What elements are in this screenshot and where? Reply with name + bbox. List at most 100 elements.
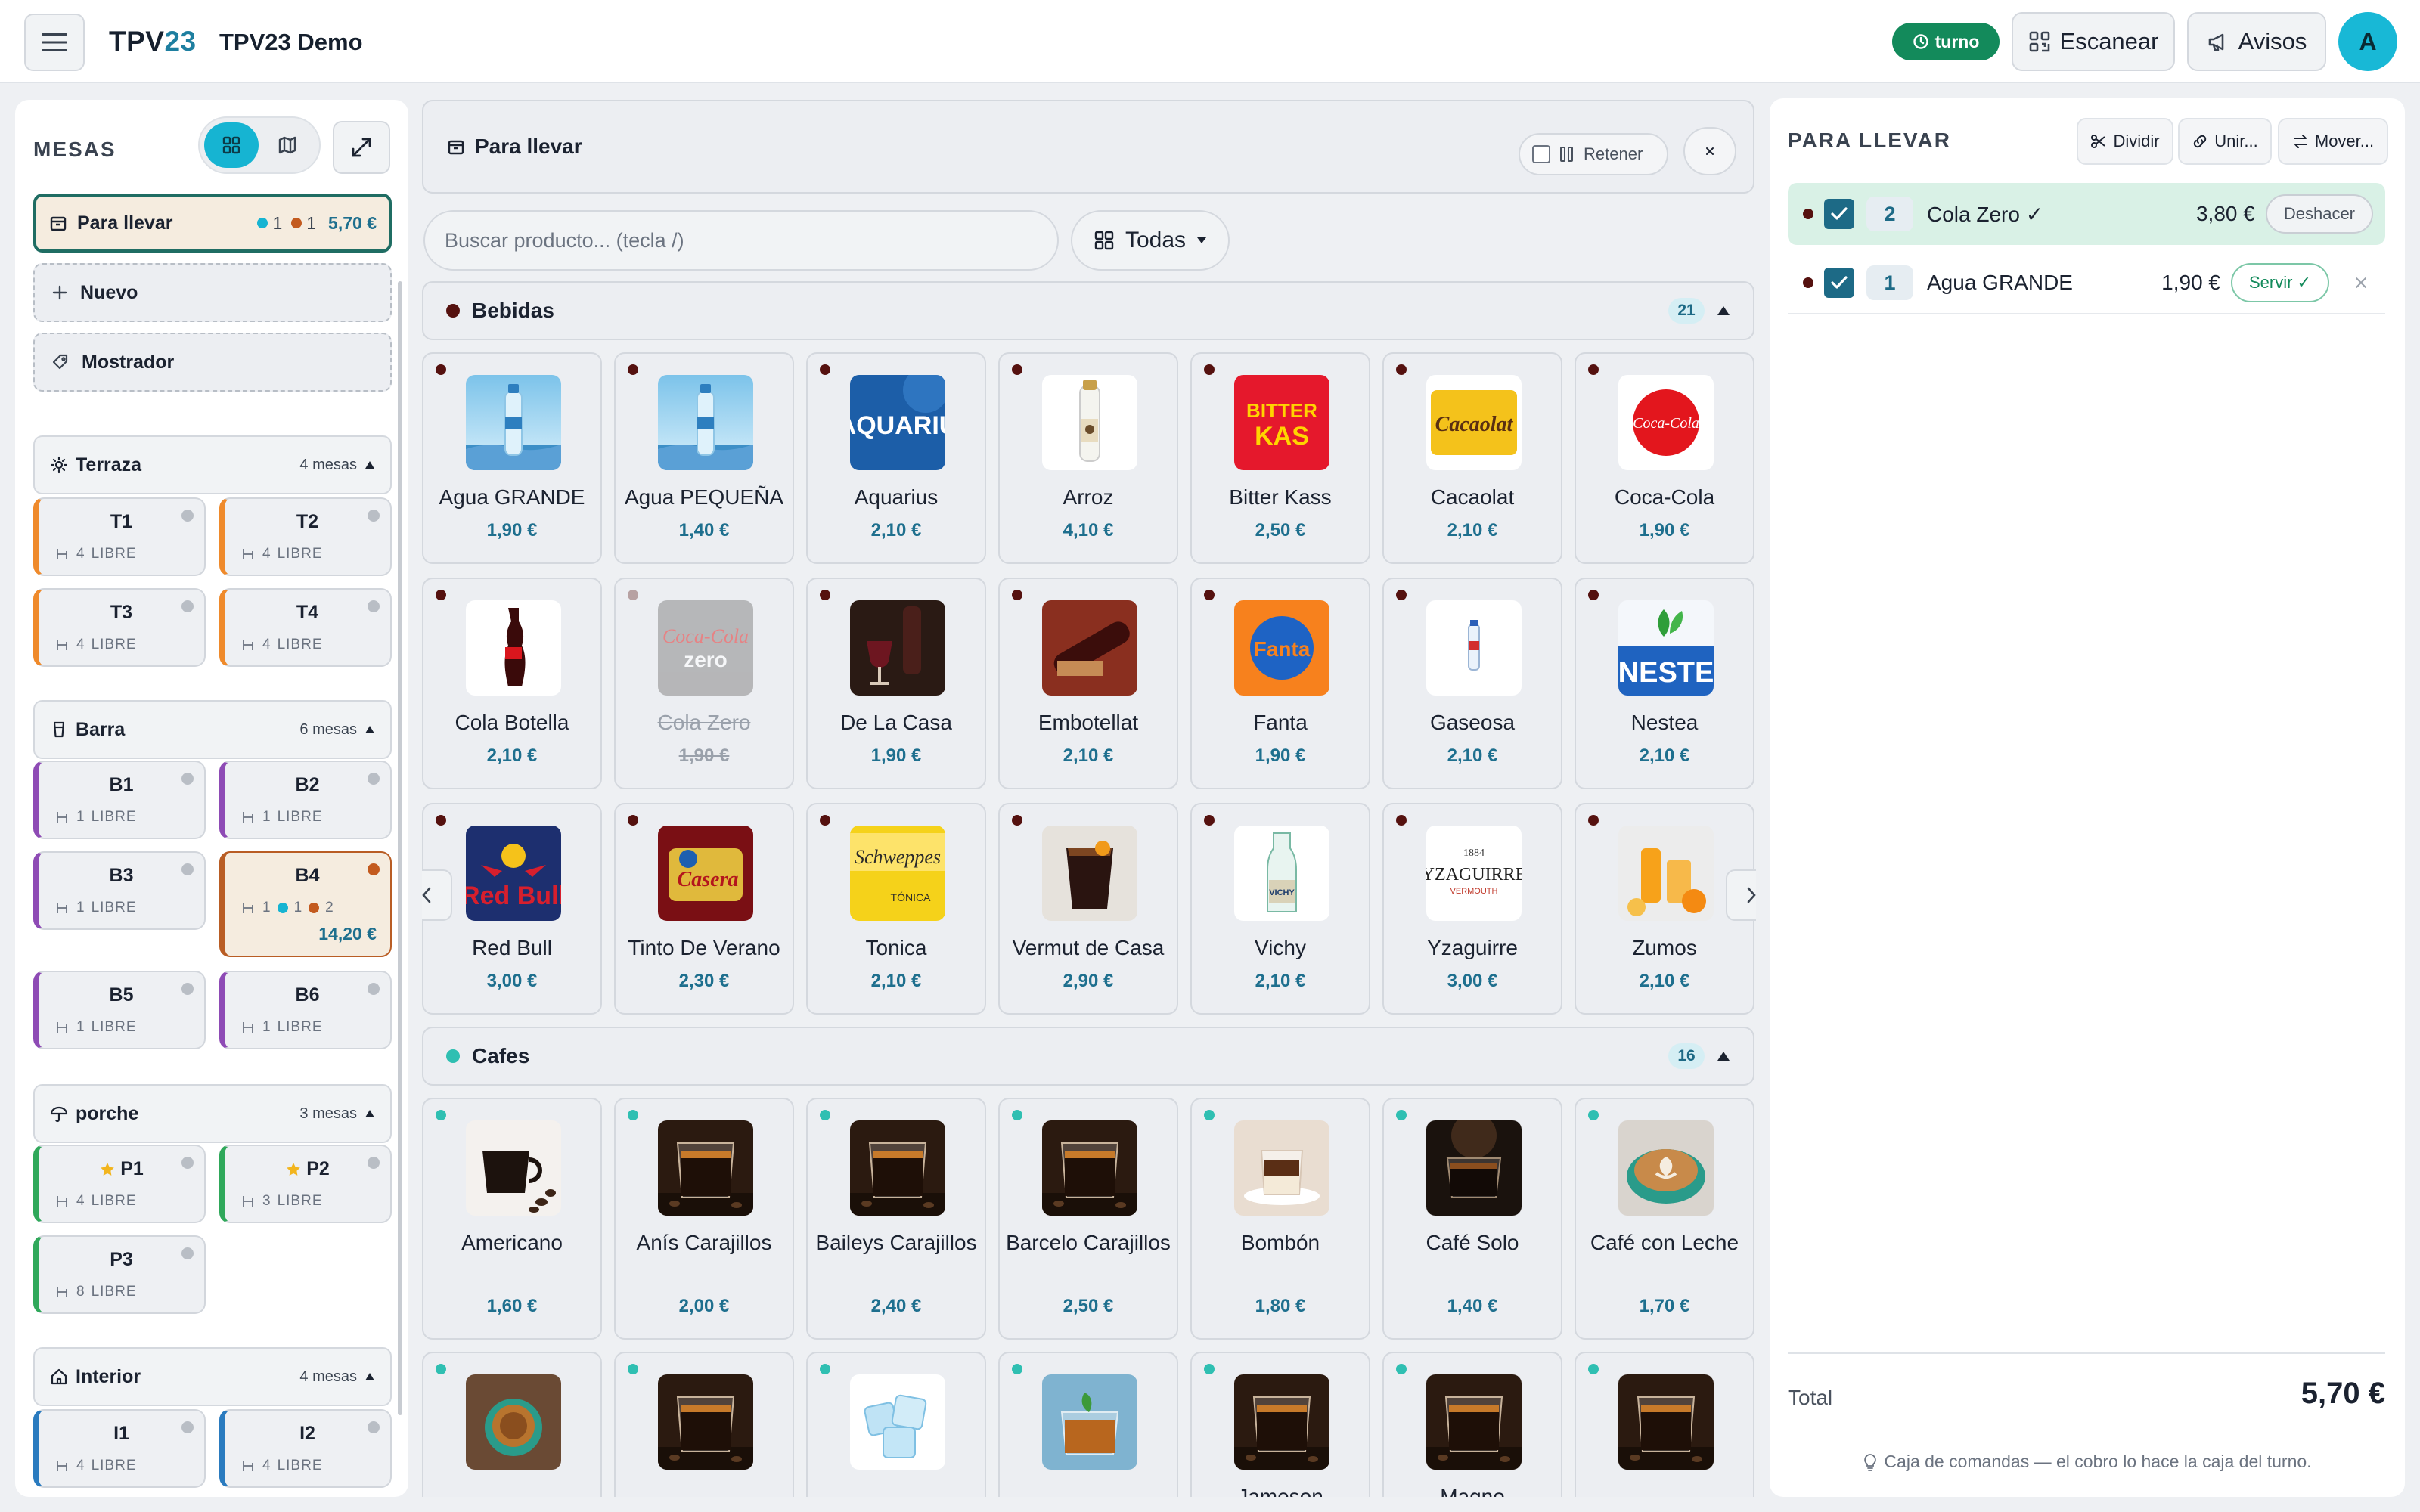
table-card-t1[interactable]: T1 4 LIBRE	[33, 497, 206, 576]
chevron-up-icon	[1717, 306, 1730, 315]
next-page-button[interactable]	[1726, 869, 1756, 921]
product-card[interactable]: Café con Leche 1,70 €	[1575, 1098, 1754, 1340]
table-card-b5[interactable]: B5 1 LIBRE	[33, 971, 206, 1049]
user-avatar[interactable]: A	[2338, 12, 2397, 71]
chevron-up-icon	[365, 726, 374, 733]
turno-badge[interactable]: turno	[1892, 23, 2000, 60]
product-image	[1426, 1120, 1522, 1216]
undo-button[interactable]: Deshacer	[2265, 194, 2373, 234]
product-card[interactable]	[806, 1352, 986, 1497]
product-card[interactable]: Coca-Cola Coca-Cola 1,90 €	[1575, 352, 1754, 564]
product-card[interactable]	[614, 1352, 794, 1497]
product-card[interactable]: Cacaolat Cacaolat 2,10 €	[1382, 352, 1562, 564]
product-image: Red Bull	[466, 826, 561, 921]
order-line[interactable]: 2 Cola Zero ✓ 3,80 € Deshacer	[1788, 183, 2385, 245]
grid-view-button[interactable]	[204, 122, 259, 168]
product-card[interactable]	[1575, 1352, 1754, 1497]
unir-button[interactable]: Unir...	[2178, 118, 2272, 165]
product-card[interactable]: VICHY Vichy 2,10 €	[1190, 803, 1370, 1015]
zone-header-barra[interactable]: Barra 6 mesas	[33, 700, 392, 759]
order-line[interactable]: 1 Agua GRANDE 1,90 € Servir ✓	[1788, 253, 2385, 314]
table-info: 3 LIBRE	[241, 1193, 323, 1210]
tag-icon	[52, 354, 68, 370]
table-card-t3[interactable]: T3 4 LIBRE	[33, 588, 206, 667]
product-card[interactable]: Fanta Fanta 1,90 €	[1190, 578, 1370, 789]
product-card[interactable]: Casera Tinto De Verano 2,30 €	[614, 803, 794, 1015]
product-card[interactable]: Agua GRANDE 1,90 €	[422, 352, 602, 564]
product-card[interactable]: Baileys Carajillos 2,40 €	[806, 1098, 986, 1340]
dividir-button[interactable]: Dividir	[2077, 118, 2173, 165]
table-status-dot	[182, 863, 194, 875]
product-card[interactable]: Jameson	[1190, 1352, 1370, 1497]
scan-button[interactable]: Escanear	[2012, 12, 2175, 71]
product-card[interactable]: Vermut de Casa 2,90 €	[998, 803, 1178, 1015]
product-card[interactable]: Cola Botella 2,10 €	[422, 578, 602, 789]
prev-page-button[interactable]	[422, 869, 452, 921]
section-header-bebidas[interactable]: Bebidas 21	[422, 281, 1754, 340]
product-price: 2,10 €	[870, 520, 922, 541]
mostrador-button[interactable]: Mostrador	[33, 333, 392, 392]
sidebar-scrollbar[interactable]	[398, 281, 402, 1415]
table-card-b6[interactable]: B6 1 LIBRE	[219, 971, 392, 1049]
product-card[interactable]: Barcelo Carajillos 2,50 €	[998, 1098, 1178, 1340]
table-card-p1[interactable]: P1 4 LIBRE	[33, 1145, 206, 1223]
product-card[interactable]: Agua PEQUEÑA 1,40 €	[614, 352, 794, 564]
section-header-cafes[interactable]: Cafes 16	[422, 1027, 1754, 1086]
para-llevar-card[interactable]: Para llevar 1 1 5,70 €	[33, 194, 392, 253]
product-card[interactable]: Gaseosa 2,10 €	[1382, 578, 1562, 789]
close-order-button[interactable]	[1683, 127, 1736, 175]
product-category-dot	[1396, 590, 1407, 600]
product-card[interactable]: Arroz 4,10 €	[998, 352, 1178, 564]
product-card[interactable]: Magno	[1382, 1352, 1562, 1497]
table-card-t2[interactable]: T2 4 LIBRE	[219, 497, 392, 576]
table-seats: 8	[76, 1284, 85, 1300]
retener-toggle[interactable]: Retener	[1519, 133, 1668, 175]
product-card[interactable]: AQUARIU Aquarius 2,10 €	[806, 352, 986, 564]
table-status-dot	[368, 1157, 380, 1169]
product-card[interactable]: Bombón 1,80 €	[1190, 1098, 1370, 1340]
category-select[interactable]: Todas	[1071, 210, 1230, 271]
retener-checkbox[interactable]	[1532, 145, 1550, 163]
product-card[interactable]	[998, 1352, 1178, 1497]
product-card[interactable]: 1884 YZAGUIRRE VERMOUTH Yzaguirre 3,00 €	[1382, 803, 1562, 1015]
product-image	[850, 1374, 945, 1470]
table-card-i2[interactable]: I2 4 LIBRE	[219, 1409, 392, 1488]
menu-button[interactable]	[24, 14, 85, 71]
footnote-text: Caja de comandas — el cobro lo hace la c…	[1884, 1452, 2312, 1471]
product-card[interactable]: Coca-Cola zero Cola Zero 1,90 €	[614, 578, 794, 789]
product-card[interactable]: Schweppes TÓNICA Tonica 2,10 €	[806, 803, 986, 1015]
table-card-b3[interactable]: B3 1 LIBRE	[33, 851, 206, 930]
product-price: 3,00 €	[486, 971, 538, 991]
table-card-i1[interactable]: I1 4 LIBRE	[33, 1409, 206, 1488]
remove-line-button[interactable]	[2346, 268, 2376, 298]
zone-header-terraza[interactable]: Terraza 4 mesas	[33, 435, 392, 494]
table-card-p3[interactable]: P3 8 LIBRE	[33, 1235, 206, 1314]
table-card-b2[interactable]: B2 1 LIBRE	[219, 761, 392, 839]
line-qty[interactable]: 2	[1866, 197, 1913, 231]
product-card[interactable]: NESTE Nestea 2,10 €	[1575, 578, 1754, 789]
zone-header-porche[interactable]: porche 3 mesas	[33, 1084, 392, 1143]
table-card-t4[interactable]: T4 4 LIBRE	[219, 588, 392, 667]
product-card[interactable]	[422, 1352, 602, 1497]
zone-header-interior[interactable]: Interior 4 mesas	[33, 1347, 392, 1406]
map-view-button[interactable]	[260, 122, 315, 168]
product-card[interactable]: BITTER KAS Bitter Kass 2,50 €	[1190, 352, 1370, 564]
new-table-button[interactable]: Nuevo	[33, 263, 392, 322]
product-card[interactable]: Americano 1,60 €	[422, 1098, 602, 1340]
table-card-b4[interactable]: B4 1 1 2 14,20 €	[219, 851, 392, 957]
product-card[interactable]: Anís Carajillos 2,00 €	[614, 1098, 794, 1340]
product-card[interactable]: Embotellat 2,10 €	[998, 578, 1178, 789]
table-card-p2[interactable]: P2 3 LIBRE	[219, 1145, 392, 1223]
product-search-input[interactable]	[424, 210, 1059, 271]
line-checkbox[interactable]	[1824, 268, 1854, 298]
table-card-b1[interactable]: B1 1 LIBRE	[33, 761, 206, 839]
mover-button[interactable]: Mover...	[2278, 118, 2388, 165]
product-card[interactable]: De La Casa 1,90 €	[806, 578, 986, 789]
product-card[interactable]: Café Solo 1,40 €	[1382, 1098, 1562, 1340]
expand-button[interactable]	[333, 121, 390, 174]
serve-button[interactable]: Servir ✓	[2231, 263, 2329, 302]
line-qty[interactable]: 1	[1866, 265, 1913, 300]
table-status-dot	[182, 1421, 194, 1433]
avisos-button[interactable]: Avisos	[2187, 12, 2326, 71]
line-checkbox[interactable]	[1824, 199, 1854, 229]
